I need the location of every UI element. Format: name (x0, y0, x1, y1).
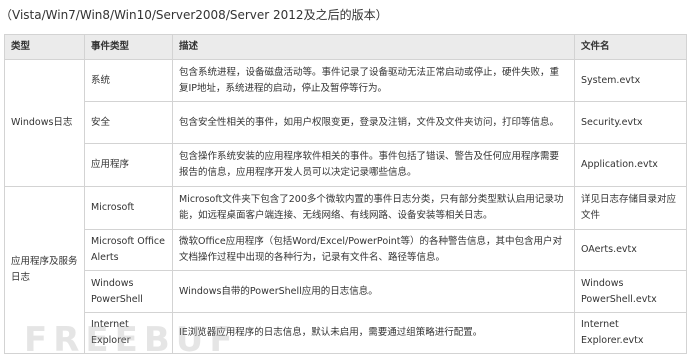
group-windows-logs: Windows日志 (4, 59, 85, 187)
table-row: 应用程序 包含操作系统安装的应用程序软件相关的事件。事件包括了错误、警告及任何应… (5, 143, 687, 187)
table-row: 应用程序及服务日志 Microsoft Microsoft文件夹下包含了200多… (4, 186, 687, 354)
file-name-cell: Internet Explorer.evtx (574, 312, 687, 354)
file-name-cell: OAerts.evtx (574, 229, 687, 271)
description-cell: 包含系统进程，设备磁盘活动等。事件记录了设备驱动无法正常启动或停止，硬件失败，重… (172, 59, 575, 102)
file-name-cell: System.evtx (574, 59, 687, 102)
description-cell: Windows自带的PowerShell应用的日志信息。 (172, 270, 575, 313)
table-row: Windows日志 系统 包含系统进程，设备磁盘活动等。事件记录了设备驱动无法正… (4, 59, 687, 187)
file-name-cell: 详见日志存储目录对应文件 (574, 186, 687, 230)
table-header-row: 类型 事件类型 描述 文件名 (4, 34, 687, 60)
event-type-cell: Microsoft (84, 186, 173, 230)
event-type-cell: 系统 (84, 59, 173, 102)
event-type-cell: 安全 (84, 101, 173, 144)
intro-text: （Vista/Win7/Win8/Win10/Server2008/Server… (0, 8, 388, 22)
file-name-cell: Application.evtx (574, 143, 687, 187)
table-row: Microsoft Office Alerts 微软Office应用程序（包括W… (5, 229, 687, 271)
description-cell: Microsoft文件夹下包含了200多个微软内置的事件日志分类，只有部分类型默… (172, 186, 575, 230)
description-cell: IE浏览器应用程序的日志信息，默认未启用，需要通过组策略进行配置。 (172, 312, 575, 354)
file-name-cell: Windows PowerShell.evtx (574, 270, 687, 313)
event-type-cell: Windows PowerShell (84, 270, 173, 313)
group-app-service-logs: 应用程序及服务日志 (4, 186, 85, 354)
header-event-type: 事件类型 (84, 34, 173, 60)
header-description: 描述 (172, 34, 575, 60)
event-type-cell: 应用程序 (84, 143, 173, 187)
description-cell: 包含操作系统安装的应用程序软件相关的事件。事件包括了错误、警告及任何应用程序需要… (172, 143, 575, 187)
header-file-name: 文件名 (574, 34, 687, 60)
table-row: Windows PowerShell Windows自带的PowerShell应… (5, 270, 687, 313)
event-log-table: 类型 事件类型 描述 文件名 Windows日志 系统 包含系统进程，设备磁盘活… (4, 34, 687, 354)
event-type-cell: Internet Explorer (84, 312, 173, 354)
description-cell: 包含安全性相关的事件，如用户权限变更，登录及注销，文件及文件夹访问，打印等信息。 (172, 101, 575, 144)
event-type-cell: Microsoft Office Alerts (84, 229, 173, 271)
table-row: 安全 包含安全性相关的事件，如用户权限变更，登录及注销，文件及文件夹访问，打印等… (5, 101, 687, 144)
description-cell: 微软Office应用程序（包括Word/Excel/PowerPoint等）的各… (172, 229, 575, 271)
table-row: Internet Explorer IE浏览器应用程序的日志信息，默认未启用，需… (5, 312, 687, 354)
header-type: 类型 (4, 34, 85, 60)
file-name-cell: Security.evtx (574, 101, 687, 144)
